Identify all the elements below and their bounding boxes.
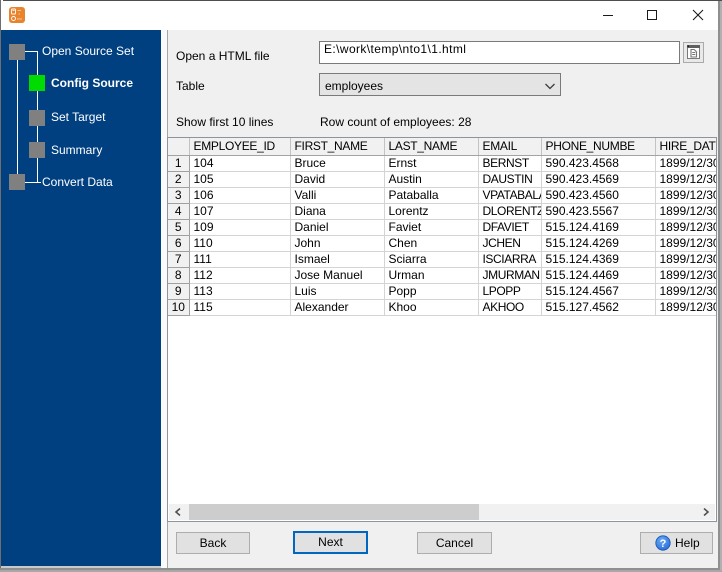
svg-text:?: ? — [660, 538, 667, 550]
